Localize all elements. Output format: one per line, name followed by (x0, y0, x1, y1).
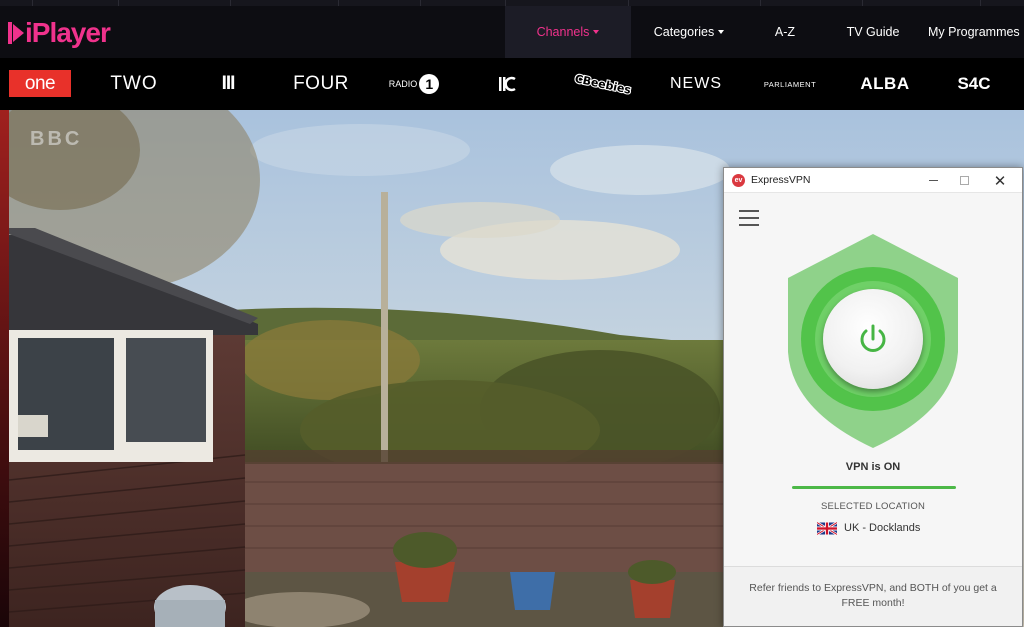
nav-my-programmes-label: My Programmes (928, 25, 1020, 39)
channel-bbc-two[interactable]: TWO (108, 58, 160, 110)
main-nav: Channels Categories A-Z TV Guide My Prog… (505, 6, 1024, 58)
vpn-window-title: ExpressVPN (751, 174, 811, 186)
vpn-status-text: VPN is ON (845, 461, 901, 473)
menu-icon[interactable] (739, 210, 759, 226)
uk-flag-icon (817, 521, 837, 535)
nav-channels[interactable]: Channels (505, 6, 631, 58)
close-button[interactable]: ✕ (985, 168, 1015, 193)
connect-power-button[interactable] (823, 289, 923, 389)
player-edge-strip (0, 110, 9, 627)
channel-three-label: III (221, 73, 236, 94)
channel-bar: one TWO III FOUR RADIO 1 CBeebies NEWS P… (0, 58, 1024, 110)
channel-two-label: TWO (110, 73, 158, 94)
bbc-watermark: BBC (30, 128, 83, 150)
channel-radio-1[interactable]: RADIO 1 (384, 58, 444, 110)
iplayer-logo[interactable]: iPlayer (8, 17, 111, 48)
nav-tv-guide[interactable]: TV Guide (823, 6, 923, 58)
top-bar: iPlayer Channels Categories A-Z TV Guide… (0, 0, 1024, 58)
expressvpn-app-icon: ev (732, 173, 745, 187)
nav-categories-label: Categories (653, 25, 715, 39)
radio-1-badge: 1 (419, 74, 440, 94)
browser-page: iPlayer Channels Categories A-Z TV Guide… (0, 0, 1024, 627)
cbbc-logo-icon (499, 76, 516, 92)
channel-parliament-label: PARLIAMENT (763, 79, 817, 89)
selected-location-label: SELECTED LOCATION (820, 501, 926, 512)
maximize-button[interactable] (949, 168, 979, 193)
channel-bbc-one[interactable]: one (9, 70, 71, 97)
nav-channels-label: Channels (536, 25, 590, 39)
referral-text: Refer friends to ExpressVPN, and BOTH of… (749, 582, 997, 609)
channel-cbeebies[interactable]: CBeebies (570, 58, 636, 110)
channel-s4c-label: S4C (957, 74, 991, 93)
vpn-titlebar[interactable]: ev ExpressVPN ✕ (724, 168, 1022, 193)
referral-banner[interactable]: Refer friends to ExpressVPN, and BOTH of… (724, 566, 1022, 626)
channel-news-label: NEWS (670, 75, 722, 92)
nav-tv-guide-label: TV Guide (846, 25, 900, 39)
minimize-icon (928, 180, 938, 181)
nav-a-z[interactable]: A-Z (747, 6, 823, 58)
channel-radio-label: RADIO (388, 79, 418, 89)
channel-bbc-news[interactable]: NEWS (668, 58, 724, 110)
close-icon: ✕ (993, 172, 1007, 190)
nav-a-z-label: A-Z (774, 25, 796, 39)
nav-my-programmes[interactable]: My Programmes (923, 6, 1024, 58)
chevron-down-icon (718, 30, 725, 34)
channel-cbbc[interactable] (494, 58, 522, 110)
location-name: UK - Docklands (844, 522, 921, 534)
vpn-status-bar (792, 486, 956, 489)
expressvpn-window: ev ExpressVPN ✕ VPN is ON SELECTED LOCAT… (723, 167, 1023, 627)
nav-categories[interactable]: Categories (631, 6, 747, 58)
chevron-down-icon (593, 30, 600, 34)
logo-text: iPlayer (25, 17, 111, 48)
cbeebies-logo-icon: CBeebies (573, 72, 633, 96)
channel-bbc-four[interactable]: FOUR (290, 58, 352, 110)
app-icon-text: ev (734, 176, 743, 184)
channel-bbc-parliament[interactable]: PARLIAMENT (760, 58, 820, 110)
channel-s4c[interactable]: S4C (950, 58, 998, 110)
selected-location[interactable]: UK - Docklands (817, 520, 920, 536)
svg-text:CBeebies: CBeebies (574, 72, 633, 96)
power-icon (860, 324, 886, 352)
maximize-icon (959, 176, 969, 185)
channel-one-label: one (24, 72, 56, 94)
channel-bbc-alba[interactable]: ALBA (858, 58, 912, 110)
play-icon (8, 22, 24, 44)
channel-alba-label: ALBA (860, 74, 910, 93)
minimize-button[interactable] (918, 168, 948, 193)
channel-four-label: FOUR (293, 73, 349, 94)
channel-bbc-three[interactable]: III (210, 58, 246, 110)
